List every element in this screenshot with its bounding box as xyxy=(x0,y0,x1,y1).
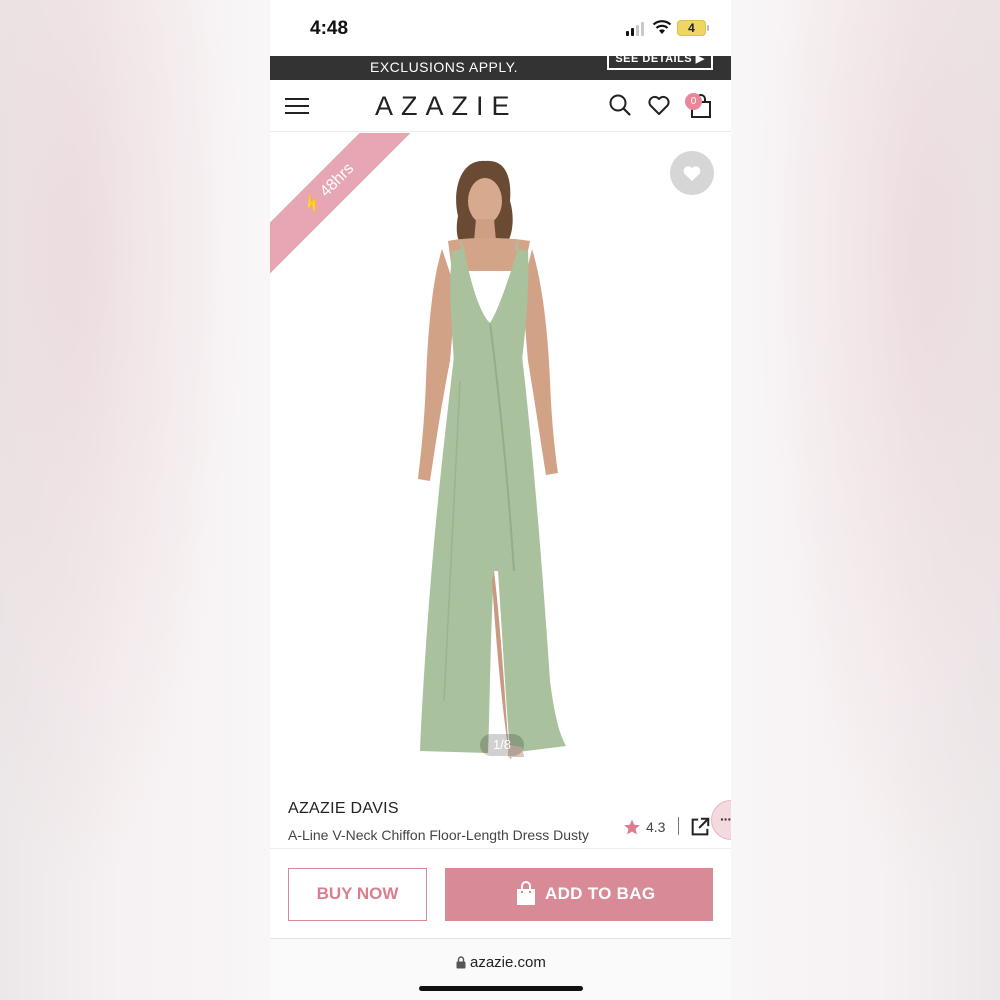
product-description: A-Line V-Neck Chiffon Floor-Length Dress… xyxy=(288,827,589,843)
background-right xyxy=(730,0,1000,1000)
lock-icon xyxy=(456,956,466,969)
add-to-bag-label: ADD TO BAG xyxy=(545,884,656,903)
phone-screen: 4:48 4 EXCLUSIONS APPLY. SEE DETAILS ▶ A… xyxy=(270,0,731,1000)
product-name: AZAZIE DAVIS xyxy=(288,800,399,817)
brand-logo[interactable]: AZAZIE xyxy=(375,91,518,122)
action-bar: BUY NOW ADD TO BAG xyxy=(270,848,731,938)
product-image-carousel[interactable]: ⚡48hrs 1/8 xyxy=(270,133,731,788)
battery-icon: 4 xyxy=(677,20,706,36)
bag-icon xyxy=(517,881,535,905)
promo-banner: EXCLUSIONS APPLY. SEE DETAILS ▶ xyxy=(270,56,731,80)
browser-address-bar[interactable]: azazie.com xyxy=(270,938,731,1000)
battery-tip xyxy=(707,25,709,31)
wishlist-heart-icon[interactable] xyxy=(647,93,671,117)
home-indicator[interactable] xyxy=(419,986,583,991)
ribbon-label: 48hrs xyxy=(316,160,358,201)
heart-icon xyxy=(683,166,701,182)
rating-value[interactable]: 4.3 xyxy=(646,819,665,835)
see-details-button[interactable]: SEE DETAILS ▶ xyxy=(607,56,713,70)
divider xyxy=(678,817,679,835)
share-icon[interactable] xyxy=(689,816,711,838)
star-icon xyxy=(624,819,640,835)
signal-icon xyxy=(626,22,646,36)
chat-dots-icon: ··· xyxy=(720,811,731,827)
status-bar: 4:48 4 xyxy=(270,0,731,56)
bag-count-badge: 0 xyxy=(685,93,702,110)
status-time: 4:48 xyxy=(310,18,349,39)
site-header: AZAZIE 0 xyxy=(270,80,731,132)
url-text[interactable]: azazie.com xyxy=(470,954,546,971)
wifi-icon xyxy=(652,20,672,34)
search-icon[interactable] xyxy=(608,93,632,117)
favorite-button[interactable] xyxy=(670,151,714,195)
hamburger-menu-icon[interactable] xyxy=(285,96,309,116)
image-pager: 1/8 xyxy=(480,734,524,756)
promo-text: EXCLUSIONS APPLY. xyxy=(370,59,519,75)
product-info: AZAZIE DAVIS A-Line V-Neck Chiffon Floor… xyxy=(270,788,731,848)
add-to-bag-button[interactable]: ADD TO BAG xyxy=(445,868,713,921)
background-left xyxy=(0,0,270,1000)
product-photo xyxy=(418,160,566,759)
buy-now-button[interactable]: BUY NOW xyxy=(288,868,427,921)
